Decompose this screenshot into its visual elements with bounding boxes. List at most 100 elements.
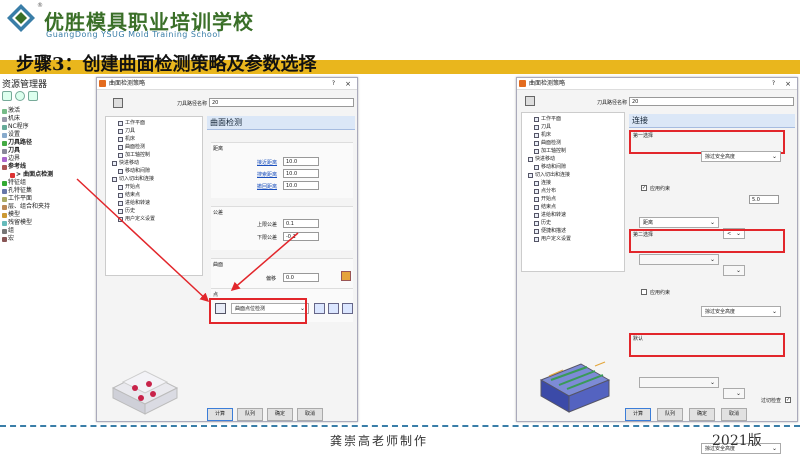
- help-icon[interactable]: ?: [772, 78, 775, 90]
- explorer-item[interactable]: > 曲面点检测: [2, 171, 92, 179]
- cancel-button[interactable]: 取消: [297, 408, 323, 421]
- gouge-check-checkbox[interactable]: ✓: [785, 397, 791, 403]
- cancel-button[interactable]: 取消: [721, 408, 747, 421]
- explorer-item[interactable]: 激活: [2, 107, 92, 115]
- option-tree-item[interactable]: 历史: [108, 207, 200, 215]
- lower-tolerance-field[interactable]: -0.1: [283, 232, 319, 241]
- option-tree-label: 移动和间隙: [125, 168, 151, 174]
- refresh-icon[interactable]: [15, 91, 25, 101]
- option-tree-item[interactable]: 历史: [524, 219, 622, 227]
- option-tree-item[interactable]: 便捷和描述: [524, 227, 622, 235]
- calculate-button[interactable]: 计算: [207, 408, 233, 421]
- toolpath-name-field[interactable]: 20: [209, 98, 354, 107]
- page-icon: [112, 160, 117, 166]
- folder-icon: [2, 156, 7, 162]
- explorer-item[interactable]: 特征组: [2, 179, 92, 187]
- option-tree-item[interactable]: 结束点: [108, 191, 200, 199]
- point-select-icon[interactable]: [328, 303, 339, 314]
- explorer-item[interactable]: 模型: [2, 211, 92, 219]
- option-tree-item[interactable]: 快进移动: [524, 155, 622, 163]
- option-tree-item[interactable]: 机床: [108, 135, 200, 143]
- search-distance-link[interactable]: 搜索距离: [257, 171, 277, 178]
- page-icon: [118, 200, 123, 206]
- apply-constraint-checkbox[interactable]: ✓: [641, 185, 647, 191]
- search-distance-field[interactable]: 10.0: [283, 169, 319, 178]
- explorer-item[interactable]: 设置: [2, 131, 92, 139]
- option-tree-item[interactable]: 点分布: [524, 187, 622, 195]
- approach-distance-link[interactable]: 接近距离: [257, 159, 277, 166]
- constraint2-op-select[interactable]: ⌄: [723, 388, 745, 399]
- first-choice-select[interactable]: 掠过安全高度 ⌄: [701, 151, 781, 162]
- explorer-tree: 激活 机床 NC程序 设置 刀具路径 刀具 边界 参考线 > 曲面点检测 特征组 孔特征集 工作平面层…: [2, 107, 92, 243]
- option-tree-item[interactable]: 进给和转速: [108, 199, 200, 207]
- explorer-item[interactable]: NC程序: [2, 123, 92, 131]
- second-choice-value: 掠过安全高度: [705, 309, 736, 315]
- explorer-item[interactable]: 工作平面: [2, 195, 92, 203]
- constraint-extra-select[interactable]: ⌄: [639, 254, 719, 265]
- option-tree-item[interactable]: 开始点: [524, 195, 622, 203]
- point-edit-icon[interactable]: [314, 303, 325, 314]
- queue-button[interactable]: 队列: [657, 408, 683, 421]
- option-tree-item[interactable]: 曲面检测: [108, 143, 200, 151]
- option-tree-item[interactable]: 快进移动: [108, 159, 200, 167]
- explorer-item[interactable]: 层、组合和夹持: [2, 203, 92, 211]
- option-tree-label: 切入切出和连接: [119, 176, 155, 182]
- explorer-item[interactable]: 残留模型: [2, 219, 92, 227]
- explorer-item[interactable]: 组: [2, 227, 92, 235]
- options-tree: 工作平面 刀具 机床 曲面检测 加工轴控制 快进移动 移动和间隙 切入切出和连接 连接 点分布 开始…: [521, 112, 625, 272]
- retract-distance-field[interactable]: 10.0: [283, 181, 319, 190]
- option-tree-item[interactable]: 加工轴控制: [524, 147, 622, 155]
- option-tree-item[interactable]: 进给和转速: [524, 211, 622, 219]
- close-icon[interactable]: ×: [785, 78, 791, 90]
- close-icon[interactable]: ×: [345, 78, 351, 90]
- option-tree-item[interactable]: 切入切出和连接: [108, 175, 200, 183]
- explorer-item[interactable]: 边界: [2, 155, 92, 163]
- offset-field[interactable]: 0.0: [283, 273, 319, 282]
- ok-button[interactable]: 确定: [689, 408, 715, 421]
- option-tree-item[interactable]: 移动和间隙: [524, 163, 622, 171]
- option-tree-item[interactable]: 刀具: [524, 123, 622, 131]
- option-tree-item[interactable]: 工作平面: [108, 119, 200, 127]
- option-tree-item[interactable]: 用户定义设置: [108, 215, 200, 223]
- tree-icon[interactable]: [2, 91, 12, 101]
- point-transform-icon[interactable]: [342, 303, 353, 314]
- option-tree-item[interactable]: 用户定义设置: [524, 235, 622, 243]
- option-tree-item[interactable]: 连接: [524, 179, 622, 187]
- constraint-value-field[interactable]: 5.0: [749, 195, 779, 204]
- footer-divider: [0, 425, 800, 427]
- offset-edit-icon[interactable]: [341, 271, 351, 281]
- constraint-field-select[interactable]: 距离 ⌄: [639, 217, 719, 228]
- option-tree-item[interactable]: 加工轴控制: [108, 151, 200, 159]
- explorer-item[interactable]: 机床: [2, 115, 92, 123]
- second-choice-select[interactable]: 掠过安全高度 ⌄: [701, 306, 781, 317]
- ok-button[interactable]: 确定: [267, 408, 293, 421]
- page-icon: [534, 124, 539, 130]
- calculate-button[interactable]: 计算: [625, 408, 651, 421]
- toolpath-name-field[interactable]: 20: [629, 97, 794, 106]
- option-tree-item[interactable]: 开始点: [108, 183, 200, 191]
- explorer-item[interactable]: 宏: [2, 235, 92, 243]
- option-tree-item[interactable]: 移动和间隙: [108, 167, 200, 175]
- retract-distance-link[interactable]: 撤回距离: [257, 183, 277, 190]
- constraint-extra-op[interactable]: ⌄: [723, 265, 745, 276]
- upper-tolerance-label: 上限公差: [257, 222, 278, 228]
- page-icon[interactable]: [28, 91, 38, 101]
- explorer-item[interactable]: 刀具: [2, 147, 92, 155]
- option-tree-item[interactable]: 曲面检测: [524, 139, 622, 147]
- explorer-item[interactable]: 孔特征集: [2, 187, 92, 195]
- approach-distance-field[interactable]: 10.0: [283, 157, 319, 166]
- explorer-item[interactable]: 刀具路径: [2, 139, 92, 147]
- option-tree-item[interactable]: 工作平面: [524, 115, 622, 123]
- help-icon[interactable]: ?: [332, 78, 335, 90]
- queue-button[interactable]: 队列: [237, 408, 263, 421]
- option-tree-label: 加工轴控制: [541, 148, 567, 154]
- constraint2-field-select[interactable]: ⌄: [639, 377, 719, 388]
- option-tree-item[interactable]: 刀具: [108, 127, 200, 135]
- option-tree-item[interactable]: 机床: [524, 131, 622, 139]
- upper-tolerance-field[interactable]: 0.1: [283, 219, 319, 228]
- part-preview-image: [539, 361, 611, 413]
- explorer-item[interactable]: 参考线: [2, 163, 92, 171]
- apply-constraint2-checkbox[interactable]: [641, 289, 647, 295]
- option-tree-item[interactable]: 结束点: [524, 203, 622, 211]
- option-tree-item[interactable]: 切入切出和连接: [524, 171, 622, 179]
